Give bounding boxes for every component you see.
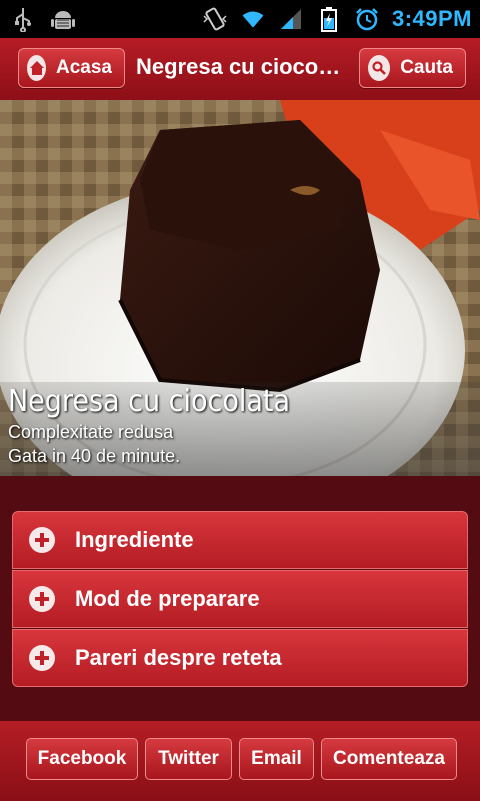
email-button[interactable]: Email <box>239 738 314 780</box>
page-title: Negresa cu ciocolata <box>136 54 346 79</box>
expand-plus-icon <box>29 527 55 553</box>
recipe-title: Negresa cu ciocolata <box>8 384 291 419</box>
usb-icon <box>10 6 36 32</box>
section-label: Ingrediente <box>75 527 194 552</box>
status-bar: 3:49PM <box>0 0 480 38</box>
battery-charging-icon <box>316 6 342 32</box>
search-button-label: Cauta <box>400 57 453 78</box>
app-header: Acasa Negresa cu ciocolata Cauta <box>0 38 480 101</box>
section-reviews[interactable]: Pareri despre reteta <box>12 629 468 687</box>
alarm-icon <box>354 6 380 32</box>
twitter-button[interactable]: Twitter <box>145 738 232 780</box>
home-button-label: Acasa <box>56 57 112 78</box>
home-button[interactable]: Acasa <box>18 48 125 88</box>
section-label: Mod de preparare <box>75 586 260 611</box>
vibrate-icon <box>202 6 228 32</box>
search-button[interactable]: Cauta <box>359 48 466 88</box>
signal-icon <box>278 6 304 32</box>
recipe-complexity: Complexitate redusa <box>8 422 174 442</box>
sections-panel: Ingrediente Mod de preparare Pareri desp… <box>0 476 480 720</box>
expand-plus-icon <box>29 645 55 671</box>
clock-time: 3:49PM <box>391 6 472 31</box>
recipe-time: Gata in 40 de minute. <box>8 446 181 466</box>
recipe-photo: Negresa cu ciocolata Complexitate redusa… <box>0 100 480 476</box>
share-footer: Facebook Twitter Email Comenteaza <box>0 720 480 801</box>
recipe-caption: Negresa cu ciocolata Complexitate redusa… <box>0 382 480 476</box>
section-label: Pareri despre reteta <box>75 645 282 670</box>
section-preparation[interactable]: Mod de preparare <box>12 570 468 628</box>
android-debug-icon <box>50 6 76 32</box>
facebook-button[interactable]: Facebook <box>26 738 138 780</box>
home-icon <box>27 55 46 81</box>
expand-plus-icon <box>29 586 55 612</box>
search-icon <box>368 55 391 81</box>
wifi-icon <box>240 6 266 32</box>
comment-button[interactable]: Comenteaza <box>321 738 457 780</box>
section-ingredients[interactable]: Ingrediente <box>12 511 468 569</box>
